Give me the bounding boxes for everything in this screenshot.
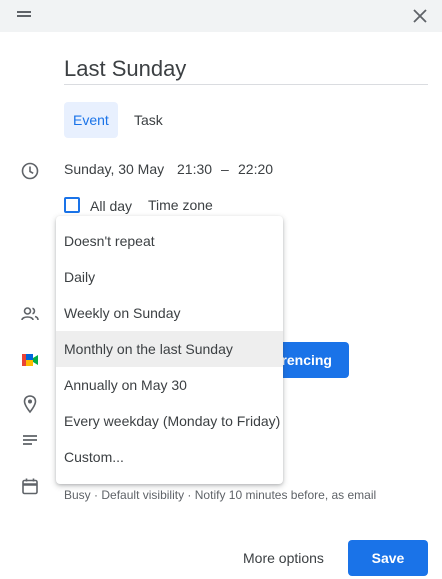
event-title-input[interactable]: Last Sunday <box>64 56 428 85</box>
status-line: Busy · Default visibility · Notify 10 mi… <box>64 488 376 502</box>
all-day-label: All day <box>90 198 133 214</box>
menu-item-every-weekday[interactable]: Every weekday (Monday to Friday) <box>56 403 283 439</box>
menu-item-doesnt-repeat[interactable]: Doesn't repeat <box>56 223 283 259</box>
menu-item-daily[interactable]: Daily <box>56 259 283 295</box>
visibility-status[interactable]: Default visibility <box>101 488 184 502</box>
menu-item-weekly[interactable]: Weekly on Sunday <box>56 295 283 331</box>
description-icon <box>23 435 37 445</box>
time-zone-button[interactable]: Time zone <box>148 197 213 213</box>
end-time-button[interactable]: 22:20 <box>238 161 273 177</box>
all-day-checkbox[interactable] <box>64 197 80 213</box>
dialog-header <box>0 0 442 32</box>
calendar-icon <box>22 478 38 495</box>
people-icon <box>21 307 39 321</box>
busy-status[interactable]: Busy <box>64 488 91 502</box>
clock-icon <box>21 162 39 180</box>
start-time-button[interactable]: 21:30 <box>177 161 212 177</box>
time-separator: – <box>221 161 229 177</box>
menu-item-monthly[interactable]: Monthly on the last Sunday <box>56 331 283 367</box>
date-button[interactable]: Sunday, 30 May <box>64 161 164 177</box>
tab-task[interactable]: Task <box>125 102 172 138</box>
add-conferencing-button[interactable]: rencing <box>272 342 349 378</box>
separator: · <box>94 488 99 502</box>
repeat-dropdown-menu: Doesn't repeat Daily Weekly on Sunday Mo… <box>56 216 283 484</box>
tab-event[interactable]: Event <box>64 102 118 138</box>
more-options-button[interactable]: More options <box>233 540 334 576</box>
drag-handle-icon[interactable] <box>17 11 31 17</box>
separator: · <box>187 488 192 502</box>
save-button[interactable]: Save <box>348 540 428 576</box>
menu-item-custom[interactable]: Custom... <box>56 439 283 475</box>
notification-status[interactable]: Notify 10 minutes before, as email <box>195 488 376 502</box>
meet-icon <box>22 354 38 366</box>
location-icon <box>23 395 37 414</box>
conference-button-label: rencing <box>281 352 332 368</box>
menu-item-annually[interactable]: Annually on May 30 <box>56 367 283 403</box>
close-icon[interactable] <box>406 2 434 30</box>
